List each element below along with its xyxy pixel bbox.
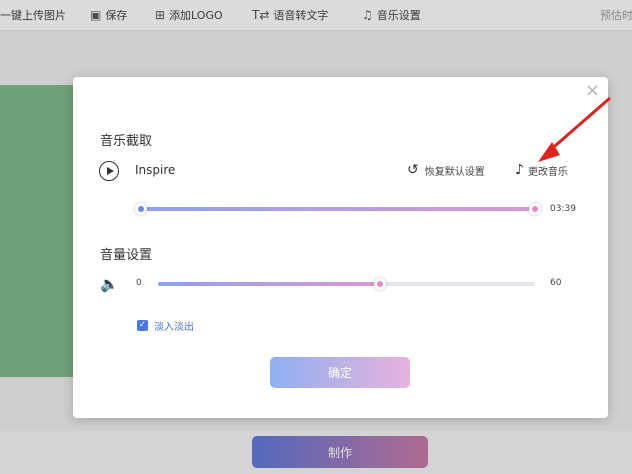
volume-slider-fill [158,282,381,286]
music-note-icon: ♪ [515,162,524,178]
fade-label: 淡入淡出 [154,322,194,333]
volume-slider-track[interactable] [158,282,535,286]
close-icon[interactable]: × [585,81,600,101]
confirm-button[interactable]: 确定 [270,357,410,388]
fade-checkbox[interactable]: ✓ [137,320,148,331]
song-name: Inspire [135,163,176,177]
volume-max-label: 60 [550,278,562,288]
volume-section-title: 音量设置 [100,248,153,263]
play-button[interactable] [99,161,119,181]
restore-default-button[interactable]: ↺ 恢复默认设置 [407,162,485,178]
range-start-handle[interactable] [135,203,147,215]
change-music-label: 更改音乐 [527,166,568,178]
range-end-handle[interactable] [529,203,541,215]
restore-label: 恢复默认设置 [424,166,485,178]
volume-min-label: 0 [136,278,142,288]
play-icon [106,167,114,175]
music-range-track[interactable] [141,207,535,211]
fade-checkbox-row[interactable]: ✓ 淡入淡出 [137,318,194,333]
duration-label: 03:39 [550,204,576,214]
restore-icon: ↺ [407,162,419,178]
volume-slider-handle[interactable] [374,278,387,290]
change-music-button[interactable]: ♪ 更改音乐 [515,162,568,178]
speaker-icon: 🔈 [100,275,119,293]
music-settings-dialog: × 音乐截取 Inspire ↺ 恢复默认设置 ♪ 更改音乐 03:39 音量设… [73,77,608,418]
music-section-title: 音乐截取 [100,134,153,149]
